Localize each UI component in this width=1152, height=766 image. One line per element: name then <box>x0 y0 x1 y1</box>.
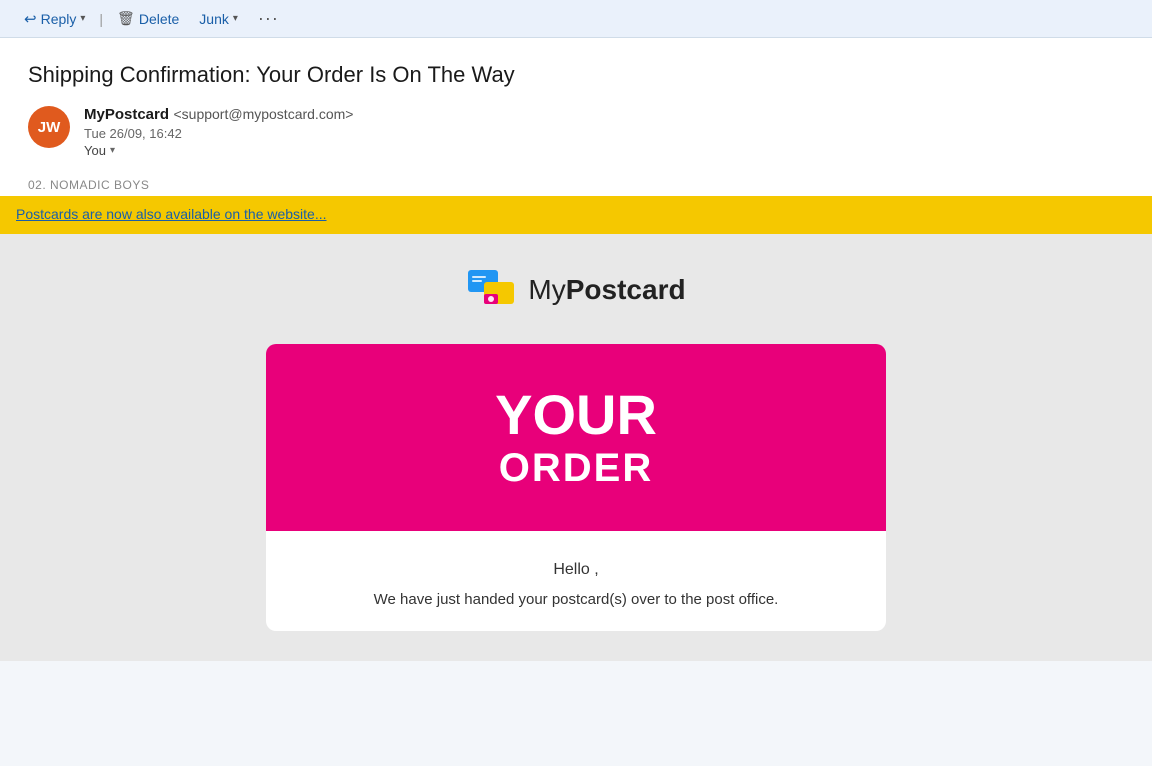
order-content: Hello , We have just handed your postcar… <box>266 531 886 632</box>
more-icon: ··· <box>258 8 279 29</box>
sender-row: JW MyPostcard <support@mypostcard.com> T… <box>28 106 1124 158</box>
brand-name-bold: Postcard <box>566 274 686 305</box>
sender-name: MyPostcard <box>84 106 169 123</box>
reply-dropdown-icon[interactable]: ▾ <box>80 13 85 24</box>
body-text: We have just handed your postcard(s) ove… <box>306 589 846 612</box>
toolbar: ↩ Reply ▾ | 🗑 Delete Junk ▾ ··· <box>0 0 1152 38</box>
sender-name-row: MyPostcard <support@mypostcard.com> <box>84 106 353 124</box>
more-button[interactable]: ··· <box>250 4 287 33</box>
hello-greeting: Hello , <box>306 561 846 579</box>
delete-icon: 🗑 <box>117 10 135 27</box>
brand-header: MyPostcard <box>466 264 685 316</box>
promo-banner: Postcards are now also available on the … <box>0 196 1152 234</box>
reply-icon: ↩ <box>24 10 37 28</box>
brand-name: MyPostcard <box>528 274 685 306</box>
junk-dropdown-icon[interactable]: ▾ <box>233 13 238 24</box>
email-body: MyPostcard YOUR ORDER Hello , We have ju… <box>0 234 1152 661</box>
order-banner-your: YOUR <box>286 384 866 446</box>
order-banner-order: ORDER <box>286 446 866 491</box>
recipient-expand-icon[interactable]: ▾ <box>110 145 115 156</box>
email-subject: Shipping Confirmation: Your Order Is On … <box>28 62 1124 88</box>
delete-label: Delete <box>139 11 179 27</box>
reply-button[interactable]: ↩ Reply ▾ <box>16 6 93 32</box>
sender-info: MyPostcard <support@mypostcard.com> Tue … <box>84 106 353 158</box>
sender-date: Tue 26/09, 16:42 <box>84 126 353 141</box>
delete-button[interactable]: 🗑 Delete <box>109 6 187 31</box>
avatar: JW <box>28 106 70 148</box>
recipient-label: You <box>84 143 106 158</box>
recipient-row: You ▾ <box>84 143 353 158</box>
promo-link[interactable]: Postcards are now also available on the … <box>16 206 327 222</box>
toolbar-divider-1: | <box>99 11 103 27</box>
category-label: 02. NOMADIC BOYS <box>28 170 1124 196</box>
order-banner: YOUR ORDER <box>266 344 886 531</box>
brand-logo-icon <box>466 264 518 316</box>
order-card: YOUR ORDER Hello , We have just handed y… <box>266 344 886 631</box>
junk-button[interactable]: Junk ▾ <box>191 7 246 31</box>
brand-name-regular: My <box>528 274 565 305</box>
reply-label: Reply <box>41 11 77 27</box>
sender-email: <support@mypostcard.com> <box>173 106 353 122</box>
junk-label: Junk <box>199 11 229 27</box>
email-container: Shipping Confirmation: Your Order Is On … <box>0 38 1152 661</box>
